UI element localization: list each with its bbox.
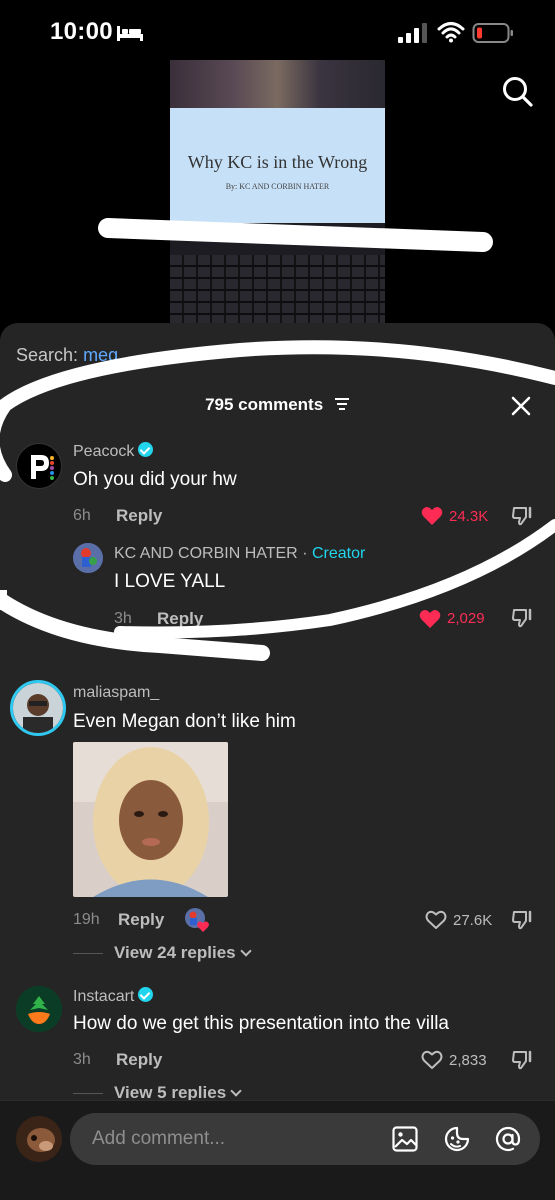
reply-button[interactable]: Reply (157, 609, 203, 629)
verified-badge-icon (138, 442, 154, 457)
wifi-icon (437, 22, 465, 43)
chevron-down-icon (230, 1085, 242, 1097)
comment-time: 3h (114, 610, 132, 627)
username-text[interactable]: Peacock (73, 443, 134, 460)
presentation-slide: Why KC is in the Wrong By: KC AND CORBIN… (170, 108, 385, 223)
view-replies-button[interactable]: View 24 replies (114, 943, 252, 963)
maliaspam-avatar-image (13, 683, 63, 733)
comment-photo (73, 742, 228, 897)
status-bar: 10:00 (0, 0, 555, 60)
comment-text: Oh you did your hw (73, 469, 237, 490)
instacart-avatar[interactable] (16, 986, 62, 1032)
reply-button[interactable]: Reply (116, 506, 162, 526)
chevron-down-icon (239, 945, 252, 957)
filter-icon[interactable] (334, 397, 350, 411)
maliaspam-avatar[interactable] (10, 680, 66, 736)
creator-liked-icon (185, 908, 209, 932)
like-count: 2,029 (447, 610, 485, 627)
username-text[interactable]: KC AND CORBIN HATER (114, 545, 298, 562)
my-avatar[interactable] (16, 1116, 62, 1162)
heart-outline-icon[interactable] (421, 1050, 443, 1070)
creator-avatar[interactable] (73, 543, 103, 573)
view-replies-label[interactable]: View 24 replies (114, 943, 236, 962)
comment-time: 6h (73, 507, 91, 524)
video-frame[interactable]: Why KC is in the Wrong By: KC AND CORBIN… (170, 60, 385, 325)
heart-outline-icon[interactable] (425, 910, 447, 930)
creator-badge: Creator (311, 545, 366, 562)
view-replies-divider (73, 1093, 103, 1094)
comment-username[interactable]: Instacart (73, 987, 154, 1006)
comment-image[interactable] (73, 742, 228, 897)
reply-button[interactable]: Reply (118, 910, 164, 930)
emoji-sticker-icon[interactable] (443, 1125, 471, 1153)
close-icon[interactable] (510, 395, 532, 417)
heart-filled-icon[interactable] (421, 506, 443, 526)
battery-low-icon (472, 23, 513, 43)
comments-count: 795 comments (205, 395, 324, 414)
related-search[interactable]: Search: meg (16, 345, 118, 366)
laptop-keyboard-rows (170, 255, 385, 325)
comment-text: Even Megan don’t like him (73, 711, 296, 732)
peacock-logo-icon (31, 455, 54, 480)
username-text[interactable]: Instacart (73, 988, 134, 1005)
comment-composer (0, 1100, 555, 1200)
comment-username[interactable]: maliaspam_ (73, 684, 159, 702)
comment-time: 3h (73, 1051, 91, 1068)
verified-badge-icon (138, 987, 154, 1002)
like-count: 2,833 (449, 1052, 487, 1069)
reply-button[interactable]: Reply (116, 1050, 162, 1070)
mention-icon[interactable] (494, 1125, 522, 1153)
instacart-logo-icon (16, 986, 62, 1032)
like-count: 27.6K (453, 912, 493, 929)
dislike-icon[interactable] (511, 607, 533, 629)
comment-text: How do we get this presentation into the… (73, 1013, 449, 1034)
image-icon[interactable] (391, 1125, 419, 1153)
comment-username[interactable]: Peacock (73, 442, 154, 461)
creator-avatar-image (73, 543, 103, 573)
separator-dot: · (302, 545, 308, 562)
comment-time: 19h (73, 911, 100, 928)
sleep-focus-icon (117, 26, 143, 41)
search-query-link[interactable]: meg (83, 345, 118, 365)
slide-title: Why KC is in the Wrong (187, 152, 368, 172)
cellular-signal-icon (398, 23, 427, 43)
comment-username[interactable]: KC AND CORBIN HATER · Creator (114, 545, 365, 563)
slide-subtitle: By: KC AND CORBIN HATER (225, 182, 330, 191)
heart-filled-icon[interactable] (419, 609, 441, 629)
peacock-avatar[interactable] (16, 443, 62, 489)
search-label: Search: (16, 345, 79, 365)
view-replies-divider (73, 953, 103, 954)
dislike-icon[interactable] (511, 1049, 533, 1071)
comment-text: I LOVE YALL (114, 571, 226, 592)
dislike-icon[interactable] (511, 909, 533, 931)
my-avatar-image (16, 1116, 62, 1162)
comments-count-header: 795 comments (0, 395, 555, 415)
video-background (170, 60, 385, 108)
dislike-icon[interactable] (511, 505, 533, 527)
search-icon[interactable] (500, 74, 534, 108)
video-player[interactable]: Why KC is in the Wrong By: KC AND CORBIN… (0, 60, 555, 330)
like-count: 24.3K (449, 508, 489, 525)
status-time: 10:00 (50, 18, 113, 45)
